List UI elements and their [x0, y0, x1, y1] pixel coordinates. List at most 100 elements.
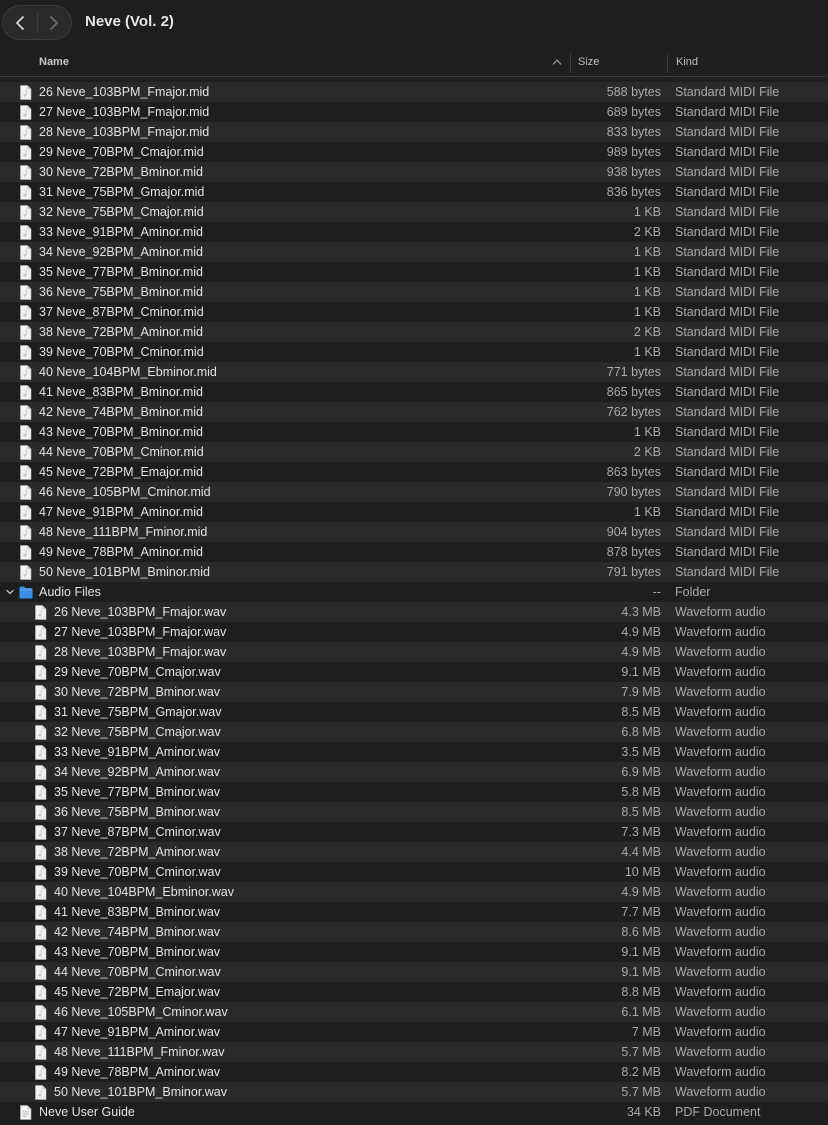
file-row[interactable]: 33 Neve_91BPM_Aminor.wav 3.5 MB Waveform a…	[0, 742, 828, 762]
file-name: 31 Neve_75BPM_Gmajor.wav	[54, 705, 222, 719]
file-row[interactable]: 31 Neve_75BPM_Gmajor.mid 836 bytes Standar…	[0, 182, 828, 202]
file-row[interactable]: 37 Neve_87BPM_Cminor.mid 1 KB Standard MID…	[0, 302, 828, 322]
file-row[interactable]: 32 Neve_75BPM_Cmajor.wav 6.8 MB Waveform a…	[0, 722, 828, 742]
file-row[interactable]: 42 Neve_74BPM_Bminor.wav 8.6 MB Waveform a…	[0, 922, 828, 942]
file-row[interactable]: 27 Neve_103BPM_Fmajor.wav 4.9 MB Waveform …	[0, 622, 828, 642]
audio-file-icon	[35, 605, 47, 620]
chevron-up-icon[interactable]	[552, 57, 562, 67]
column-divider[interactable]	[570, 53, 571, 73]
pdf-file-icon	[20, 1105, 32, 1120]
file-size: 34 KB	[626, 1105, 661, 1119]
file-row[interactable]: 47 Neve_91BPM_Aminor.mid 1 KB Standard MID…	[0, 502, 828, 522]
file-row[interactable]: 28 Neve_103BPM_Fmajor.mid 833 bytes Standa…	[0, 122, 828, 142]
file-row[interactable]: 33 Neve_91BPM_Aminor.mid 2 KB Standard MID…	[0, 222, 828, 242]
file-name: 46 Neve_105BPM_Cminor.wav	[54, 1005, 228, 1019]
file-row[interactable]: 44 Neve_70BPM_Cminor.wav 9.1 MB Waveform a…	[0, 962, 828, 982]
file-row[interactable]: 35 Neve_77BPM_Bminor.mid 1 KB Standard MID…	[0, 262, 828, 282]
file-row[interactable]: 30 Neve_72BPM_Bminor.wav 7.9 MB Waveform a…	[0, 682, 828, 702]
file-size: 4.4 MB	[621, 845, 661, 859]
file-kind: Standard MIDI File	[675, 225, 780, 239]
forward-button[interactable]	[37, 5, 71, 40]
file-row[interactable]: 40 Neve_104BPM_Ebminor.wav 4.9 MB Waveform…	[0, 882, 828, 902]
file-row[interactable]: 41 Neve_83BPM_Bminor.mid 865 bytes Standar…	[0, 382, 828, 402]
file-row[interactable]: 26 Neve_103BPM_Fmajor.wav 4.3 MB Waveform …	[0, 602, 828, 622]
file-row[interactable]: 49 Neve_78BPM_Aminor.wav 8.2 MB Waveform a…	[0, 1062, 828, 1082]
file-row[interactable]: 48 Neve_111BPM_Fminor.mid 904 bytes Standa…	[0, 522, 828, 542]
file-row[interactable]: 37 Neve_87BPM_Cminor.wav 7.3 MB Waveform a…	[0, 822, 828, 842]
file-row[interactable]: 50 Neve_101BPM_Bminor.wav 5.7 MB Waveform …	[0, 1082, 828, 1102]
file-row[interactable]: 45 Neve_72BPM_Emajor.wav 8.8 MB Waveform a…	[0, 982, 828, 1002]
file-size: 7.7 MB	[621, 905, 661, 919]
file-kind: Waveform audio	[675, 845, 766, 859]
file-kind: Standard MIDI File	[675, 545, 780, 559]
file-row[interactable]: 45 Neve_72BPM_Emajor.mid 863 bytes Standar…	[0, 462, 828, 482]
file-row[interactable]: 49 Neve_78BPM_Aminor.mid 878 bytes Standar…	[0, 542, 828, 562]
file-row[interactable]: 32 Neve_75BPM_Cmajor.mid 1 KB Standard MID…	[0, 202, 828, 222]
file-kind: Standard MIDI File	[675, 245, 780, 259]
file-row[interactable]: 47 Neve_91BPM_Aminor.wav 7 MB Waveform aud…	[0, 1022, 828, 1042]
file-row[interactable]: 31 Neve_75BPM_Gmajor.wav 8.5 MB Waveform a…	[0, 702, 828, 722]
file-kind: Standard MIDI File	[675, 325, 780, 339]
back-button[interactable]	[3, 5, 37, 40]
file-size: 5.7 MB	[621, 1045, 661, 1059]
file-size: 4.3 MB	[621, 605, 661, 619]
file-name: 35 Neve_77BPM_Bminor.mid	[39, 265, 203, 279]
file-name: 40 Neve_104BPM_Ebminor.wav	[54, 885, 234, 899]
file-row[interactable]: 29 Neve_70BPM_Cmajor.mid 989 bytes Standar…	[0, 142, 828, 162]
file-row[interactable]: 27 Neve_103BPM_Fmajor.mid 689 bytes Standa…	[0, 102, 828, 122]
file-size: 1 KB	[633, 245, 661, 259]
chevron-down-icon[interactable]	[5, 587, 15, 597]
file-row[interactable]: 34 Neve_92BPM_Aminor.mid 1 KB Standard MID…	[0, 242, 828, 262]
file-row[interactable]: 35 Neve_77BPM_Bminor.wav 5.8 MB Waveform a…	[0, 782, 828, 802]
file-row[interactable]: 30 Neve_72BPM_Bminor.mid 938 bytes Standar…	[0, 162, 828, 182]
file-kind: Standard MIDI File	[675, 365, 780, 379]
file-kind: PDF Document	[675, 1105, 761, 1119]
file-kind: Waveform audio	[675, 1085, 766, 1099]
file-row[interactable]: 39 Neve_70BPM_Cminor.wav 10 MB Waveform au…	[0, 862, 828, 882]
navigation-buttons	[2, 5, 72, 40]
column-divider[interactable]	[667, 53, 668, 73]
column-header-name[interactable]: Name	[39, 56, 69, 68]
file-row[interactable]: 28 Neve_103BPM_Fmajor.wav 4.9 MB Waveform …	[0, 642, 828, 662]
midi-file-icon	[20, 105, 32, 120]
file-size: 878 bytes	[606, 545, 661, 559]
file-row[interactable]: 42 Neve_74BPM_Bminor.mid 762 bytes Standar…	[0, 402, 828, 422]
file-row[interactable]: 26 Neve_103BPM_Fmajor.mid 588 bytes Standa…	[0, 82, 828, 102]
audio-file-icon	[35, 685, 47, 700]
file-row[interactable]: 46 Neve_105BPM_Cminor.wav 6.1 MB Waveform …	[0, 1002, 828, 1022]
column-header-kind[interactable]: Kind	[676, 56, 698, 68]
midi-file-icon	[20, 365, 32, 380]
file-name: 30 Neve_72BPM_Bminor.wav	[54, 685, 221, 699]
file-row[interactable]: 40 Neve_104BPM_Ebminor.mid 771 bytes Stand…	[0, 362, 828, 382]
file-row[interactable]: 38 Neve_72BPM_Aminor.mid 2 KB Standard MID…	[0, 322, 828, 342]
file-row[interactable]: 34 Neve_92BPM_Aminor.wav 6.9 MB Waveform a…	[0, 762, 828, 782]
file-size: 10 MB	[624, 865, 661, 879]
toolbar: Neve (Vol. 2)	[0, 0, 828, 46]
file-row[interactable]: 43 Neve_70BPM_Bminor.wav 9.1 MB Waveform a…	[0, 942, 828, 962]
file-row[interactable]: 29 Neve_70BPM_Cmajor.wav 9.1 MB Waveform a…	[0, 662, 828, 682]
file-row[interactable]: 36 Neve_75BPM_Bminor.mid 1 KB Standard MID…	[0, 282, 828, 302]
file-row[interactable]: 50 Neve_101BPM_Bminor.mid 791 bytes Standa…	[0, 562, 828, 582]
file-kind: Waveform audio	[675, 665, 766, 679]
file-row[interactable]: Neve User Guide 34 KB PDF Document	[0, 1102, 828, 1122]
file-kind: Waveform audio	[675, 965, 766, 979]
folder-row[interactable]: Audio Files -- Folder	[0, 582, 828, 602]
file-row[interactable]: 46 Neve_105BPM_Cminor.mid 790 bytes Standa…	[0, 482, 828, 502]
file-row[interactable]: 44 Neve_70BPM_Cminor.mid 2 KB Standard MID…	[0, 442, 828, 462]
file-row[interactable]: 41 Neve_83BPM_Bminor.wav 7.7 MB Waveform a…	[0, 902, 828, 922]
file-row[interactable]: 39 Neve_70BPM_Cminor.mid 1 KB Standard MID…	[0, 342, 828, 362]
audio-file-icon	[35, 945, 47, 960]
file-row[interactable]: 43 Neve_70BPM_Bminor.mid 1 KB Standard MID…	[0, 422, 828, 442]
file-name: 45 Neve_72BPM_Emajor.wav	[54, 985, 221, 999]
file-kind: Standard MIDI File	[675, 445, 780, 459]
file-size: 1 KB	[633, 205, 661, 219]
file-kind: Standard MIDI File	[675, 85, 780, 99]
file-name: 39 Neve_70BPM_Cminor.mid	[39, 345, 204, 359]
file-row[interactable]: 38 Neve_72BPM_Aminor.wav 4.4 MB Waveform a…	[0, 842, 828, 862]
file-row[interactable]: 48 Neve_111BPM_Fminor.wav 5.7 MB Waveform …	[0, 1042, 828, 1062]
file-row[interactable]: 36 Neve_75BPM_Bminor.wav 8.5 MB Waveform a…	[0, 802, 828, 822]
file-size: 863 bytes	[606, 465, 661, 479]
column-header-size[interactable]: Size	[578, 56, 599, 68]
file-name: 39 Neve_70BPM_Cminor.wav	[54, 865, 221, 879]
file-name: 47 Neve_91BPM_Aminor.mid	[39, 505, 203, 519]
